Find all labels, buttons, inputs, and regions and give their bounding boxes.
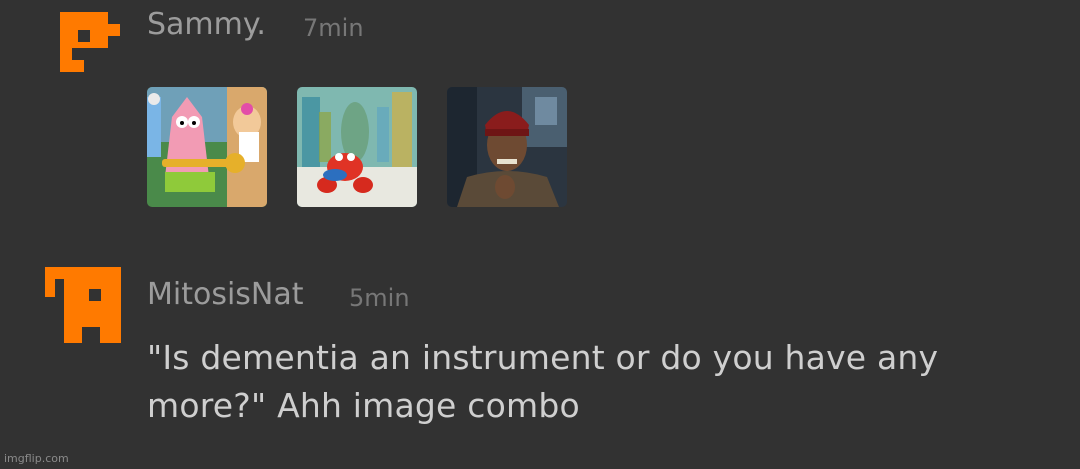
avatar[interactable] <box>45 267 121 343</box>
username[interactable]: MitosisNat <box>147 278 304 312</box>
timestamp: 7min <box>303 14 364 42</box>
mr-krabs-blur-meme-image[interactable] <box>297 87 417 207</box>
pixel-avatar-icon <box>60 12 120 72</box>
pixel-avatar-icon <box>45 267 121 343</box>
yall-got-any-more-meme-image[interactable] <box>447 87 567 207</box>
comment-thread: Sammy. 7min MitosisNat 5min "Is dementia… <box>0 0 1080 469</box>
username[interactable]: Sammy. <box>147 8 266 42</box>
comment-text: "Is dementia an instrument or do you hav… <box>147 338 939 425</box>
watermark: imgflip.com <box>4 452 69 465</box>
avatar[interactable] <box>60 12 120 72</box>
patrick-trumpet-picture <box>147 87 267 207</box>
mr-krabs-blur-picture <box>297 87 417 207</box>
yall-got-any-more-picture <box>447 87 567 207</box>
patrick-trumpet-meme-image[interactable] <box>147 87 267 207</box>
timestamp: 5min <box>349 284 410 312</box>
